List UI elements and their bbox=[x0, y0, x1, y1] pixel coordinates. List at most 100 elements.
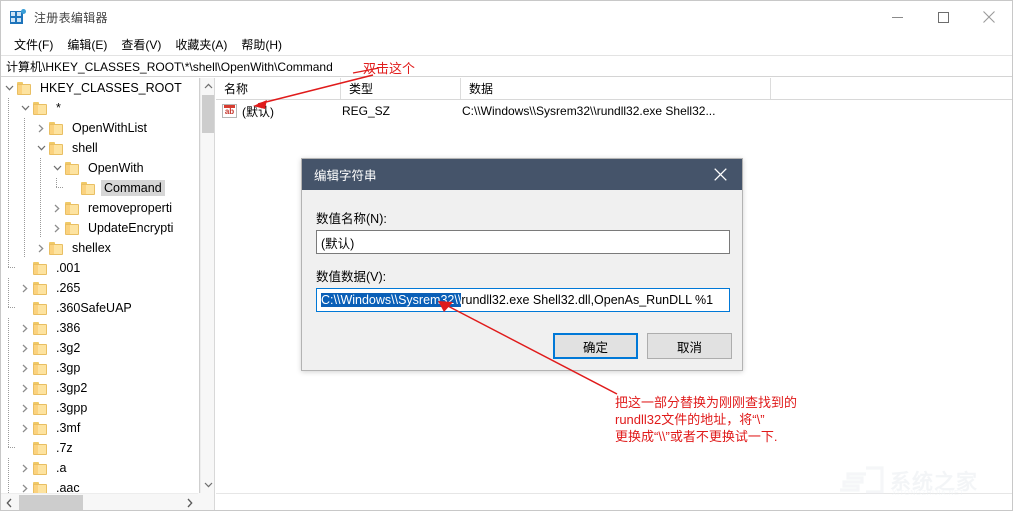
tree-item-.386[interactable]: .386 bbox=[1, 318, 199, 338]
tree-item-.360safeuap[interactable]: .360SafeUAP bbox=[1, 298, 199, 318]
tree-guide bbox=[1, 178, 17, 198]
tree-item-.aac[interactable]: .aac bbox=[1, 478, 199, 493]
folder-icon bbox=[33, 461, 48, 475]
tree-item-label: shell bbox=[72, 141, 98, 155]
scrollbar-corner bbox=[198, 493, 214, 510]
address-bar[interactable]: 计算机\HKEY_CLASSES_ROOT\*\shell\OpenWith\C… bbox=[1, 55, 1012, 77]
chevron-right-icon[interactable] bbox=[17, 418, 33, 438]
chevron-right-icon[interactable] bbox=[49, 218, 65, 238]
scroll-down-icon[interactable] bbox=[201, 477, 215, 493]
chevron-right-icon[interactable] bbox=[17, 278, 33, 298]
tree-item-.3mf[interactable]: .3mf bbox=[1, 418, 199, 438]
column-header-name[interactable]: 名称 bbox=[216, 78, 341, 99]
tree-item-.7z[interactable]: .7z bbox=[1, 438, 199, 458]
scroll-up-icon[interactable] bbox=[201, 78, 215, 94]
tree-item-label: .3gp bbox=[56, 361, 81, 375]
annotation-replace-line2: rundll32文件的地址，将“\” bbox=[615, 412, 765, 427]
watermark-subtext: XITONGZHIJIA.NET bbox=[892, 490, 965, 497]
tree-item-label: shellex bbox=[72, 241, 111, 255]
tree-item-.3gp[interactable]: .3gp bbox=[1, 358, 199, 378]
tree-item-label: .001 bbox=[56, 261, 81, 275]
tree-item-.3gp2[interactable]: .3gp2 bbox=[1, 378, 199, 398]
tree-guide bbox=[1, 378, 17, 398]
chevron-right-icon[interactable] bbox=[33, 238, 49, 258]
dialog-body: 数值名称(N): (默认) 数值数据(V): C:\\Windows\\Sysr… bbox=[302, 190, 742, 370]
folder-icon bbox=[33, 481, 48, 493]
tree-item-.001[interactable]: .001 bbox=[1, 258, 199, 278]
tree-item-.265[interactable]: .265 bbox=[1, 278, 199, 298]
tree-item-label: Command bbox=[101, 180, 165, 196]
chevron-right-icon[interactable] bbox=[49, 198, 65, 218]
tree-item-.3g2[interactable]: .3g2 bbox=[1, 338, 199, 358]
chevron-right-icon[interactable] bbox=[33, 118, 49, 138]
value-name-label: 数值名称(N): bbox=[316, 212, 387, 226]
tree-item-.3gpp[interactable]: .3gpp bbox=[1, 398, 199, 418]
tree-item-command[interactable]: Command bbox=[1, 178, 199, 198]
chevron-right-icon[interactable] bbox=[17, 358, 33, 378]
menu-file[interactable]: 文件(F) bbox=[7, 34, 60, 55]
chevron-down-icon[interactable] bbox=[17, 98, 33, 118]
tree-guide bbox=[17, 218, 33, 238]
table-row[interactable]: ab (默认) REG_SZ C:\\Windows\\Sysrem32\\ru… bbox=[216, 100, 1012, 122]
folder-icon bbox=[49, 121, 64, 135]
tree-item-.a[interactable]: .a bbox=[1, 458, 199, 478]
tree-guide bbox=[33, 198, 49, 218]
registry-editor-window: 注册表编辑器 文件(F) 编辑(E) 查看(V) 收藏夹(A) 帮助(H) 计算… bbox=[0, 0, 1013, 511]
tree-item-openwithlist[interactable]: OpenWithList bbox=[1, 118, 199, 138]
tree-item-openwith[interactable]: OpenWith bbox=[1, 158, 199, 178]
column-header-type[interactable]: 类型 bbox=[341, 78, 461, 99]
scroll-left-icon[interactable] bbox=[1, 494, 17, 511]
chevron-right-icon[interactable] bbox=[17, 458, 33, 478]
chevron-down-icon[interactable] bbox=[33, 138, 49, 158]
edit-string-dialog: 编辑字符串 数值名称(N): (默认) 数值数据(V): C:\\Windows… bbox=[301, 158, 743, 371]
menu-favorites[interactable]: 收藏夹(A) bbox=[168, 34, 234, 55]
folder-icon bbox=[33, 361, 48, 375]
tree-item-removeproperti[interactable]: removeproperti bbox=[1, 198, 199, 218]
minimize-button[interactable] bbox=[874, 1, 920, 33]
folder-icon bbox=[33, 101, 48, 115]
registry-tree: HKEY_CLASSES_ROOT * OpenWithList shell OpenW… bbox=[1, 78, 199, 493]
tree-horizontal-scrollbar[interactable] bbox=[1, 493, 214, 510]
folder-icon bbox=[81, 181, 96, 195]
menu-edit[interactable]: 编辑(E) bbox=[60, 34, 114, 55]
tree-item-*[interactable]: * bbox=[1, 98, 199, 118]
tree-scroll-thumb[interactable] bbox=[202, 95, 214, 133]
tree-item-shellex[interactable]: shellex bbox=[1, 238, 199, 258]
value-name-input[interactable]: (默认) bbox=[316, 230, 730, 254]
tree-item-label: .360SafeUAP bbox=[56, 301, 132, 315]
value-data-input[interactable]: C:\\Windows\\Sysrem32\\ rundll32.exe Shel… bbox=[316, 288, 730, 312]
chevron-down-icon[interactable] bbox=[1, 78, 17, 98]
tree-item-hkeyclassesroot[interactable]: HKEY_CLASSES_ROOT bbox=[1, 78, 199, 98]
tree-guide bbox=[1, 158, 17, 178]
folder-icon bbox=[33, 281, 48, 295]
chevron-right-icon[interactable] bbox=[17, 318, 33, 338]
folder-icon bbox=[33, 321, 48, 335]
tree-guide bbox=[1, 98, 17, 118]
watermark-logo-icon bbox=[840, 466, 884, 494]
chevron-right-icon[interactable] bbox=[17, 398, 33, 418]
maximize-button[interactable] bbox=[920, 1, 966, 33]
tree-item-updateencrypti[interactable]: UpdateEncrypti bbox=[1, 218, 199, 238]
tree-guide bbox=[1, 438, 17, 458]
tree-guide bbox=[1, 318, 17, 338]
chevron-right-icon[interactable] bbox=[17, 478, 33, 493]
menu-help[interactable]: 帮助(H) bbox=[234, 34, 289, 55]
folder-icon bbox=[33, 381, 48, 395]
dialog-close-icon[interactable] bbox=[698, 159, 742, 190]
column-header-data[interactable]: 数据 bbox=[461, 78, 771, 99]
scroll-right-icon[interactable] bbox=[182, 494, 198, 511]
cancel-button[interactable]: 取消 bbox=[647, 333, 732, 359]
tree-hscroll-thumb[interactable] bbox=[19, 495, 83, 510]
close-button[interactable] bbox=[966, 1, 1012, 33]
tree-vertical-scrollbar[interactable] bbox=[200, 78, 214, 493]
chevron-right-icon[interactable] bbox=[17, 378, 33, 398]
chevron-right-icon[interactable] bbox=[17, 338, 33, 358]
tree-item-label: removeproperti bbox=[88, 201, 173, 215]
ok-button[interactable]: 确定 bbox=[553, 333, 638, 359]
menu-view[interactable]: 查看(V) bbox=[114, 34, 168, 55]
chevron-down-icon[interactable] bbox=[49, 158, 65, 178]
tree-item-shell[interactable]: shell bbox=[1, 138, 199, 158]
window-controls bbox=[874, 1, 1012, 33]
tree-guide bbox=[1, 458, 17, 478]
value-name-input-text: (默认) bbox=[321, 236, 355, 251]
